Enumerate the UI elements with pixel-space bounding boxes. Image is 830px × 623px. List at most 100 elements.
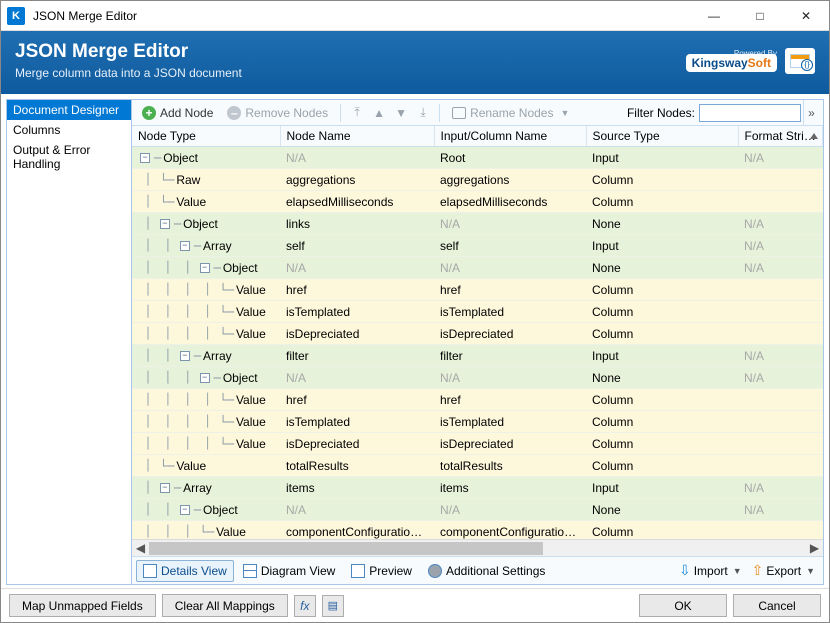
remove-nodes-button[interactable]: –Remove Nodes (221, 104, 334, 122)
tree-row[interactable]: │ │ −─ObjectN/AN/ANoneN/A (132, 499, 823, 521)
tree-row[interactable]: │ └─ValuetotalResultstotalResultsColumn (132, 455, 823, 477)
node-type-label: Object (163, 151, 198, 165)
export-button[interactable]: ⇧Export▼ (748, 560, 819, 581)
node-type-label: Object (223, 261, 258, 275)
toolbar-separator (439, 104, 440, 122)
tree-row[interactable]: │ −─ObjectlinksN/ANoneN/A (132, 213, 823, 235)
collapse-toggle[interactable]: − (180, 351, 190, 361)
minimize-button[interactable]: — (691, 1, 737, 31)
col-input-name[interactable]: Input/Column Name (434, 126, 586, 147)
expression-button[interactable]: fx (294, 595, 316, 617)
node-type-label: Raw (176, 173, 200, 187)
tree-row[interactable]: −─ObjectN/ARootInputN/A (132, 147, 823, 169)
tree-row[interactable]: │ │ │ └─ValuecomponentConfigurationGro..… (132, 521, 823, 540)
rename-nodes-button[interactable]: Rename Nodes▼ (446, 104, 575, 122)
rename-icon (452, 107, 466, 119)
node-type-label: Value (236, 283, 266, 297)
scroll-right-button[interactable]: ▶ (806, 540, 823, 557)
collapse-toggle[interactable]: − (180, 505, 190, 515)
preview-tab[interactable]: Preview (344, 560, 419, 582)
node-type-label: Array (203, 239, 232, 253)
sidebar: Document Designer Columns Output & Error… (7, 100, 132, 584)
tree-row[interactable]: │ └─ValueelapsedMillisecondselapsedMilli… (132, 191, 823, 213)
node-type-label: Value (216, 525, 246, 539)
tree-row[interactable]: │ │ │ │ └─ValueisTemplatedisTemplatedCol… (132, 411, 823, 433)
banner: JSON Merge Editor Merge column data into… (1, 31, 829, 94)
close-button[interactable]: ✕ (783, 1, 829, 31)
filter-label: Filter Nodes: (627, 106, 695, 120)
collapse-toggle[interactable]: − (160, 219, 170, 229)
node-type-label: Array (183, 481, 212, 495)
brand-logo: Powered By KingswaySoft (686, 48, 815, 74)
col-node-type[interactable]: Node Type (132, 126, 280, 147)
sidebar-tab-columns[interactable]: Columns (7, 120, 131, 140)
tree-row[interactable]: │ └─RawaggregationsaggregationsColumn (132, 169, 823, 191)
clear-all-mappings-button[interactable]: Clear All Mappings (162, 594, 288, 617)
export-icon: ⇧ (752, 562, 764, 579)
collapse-toggle[interactable]: − (180, 241, 190, 251)
map-unmapped-fields-button[interactable]: Map Unmapped Fields (9, 594, 156, 617)
sidebar-tab-document-designer[interactable]: Document Designer (7, 100, 131, 120)
scrollbar-thumb[interactable] (149, 542, 543, 555)
app-icon: K (7, 7, 25, 25)
window-title: JSON Merge Editor (31, 9, 691, 23)
col-format-string[interactable]: Format String (738, 126, 823, 147)
node-type-label: Value (236, 437, 266, 451)
additional-settings-tab[interactable]: Additional Settings (421, 560, 552, 582)
maximize-button[interactable]: □ (737, 1, 783, 31)
main-panel: Document Designer Columns Output & Error… (6, 99, 824, 585)
banner-title: JSON Merge Editor (15, 41, 686, 63)
move-top-button[interactable]: ⤒ (347, 103, 367, 123)
details-icon (143, 564, 157, 578)
preview-icon (351, 564, 365, 578)
cancel-button[interactable]: Cancel (733, 594, 821, 617)
move-bottom-button[interactable]: ⤓ (413, 103, 433, 123)
component-icon (785, 48, 815, 74)
node-type-label: Value (236, 415, 266, 429)
details-view-tab[interactable]: Details View (136, 560, 234, 582)
move-up-button[interactable]: ▲ (369, 103, 389, 123)
tree-row[interactable]: │ │ −─ArrayselfselfInputN/A (132, 235, 823, 257)
tree-row[interactable]: │ −─ArrayitemsitemsInputN/A (132, 477, 823, 499)
collapse-toggle[interactable]: − (200, 263, 210, 273)
horizontal-scrollbar[interactable]: ◀ ▶ (132, 539, 823, 556)
sidebar-tab-output-error[interactable]: Output & Error Handling (7, 140, 131, 174)
toolbar-expand-button[interactable]: » (803, 100, 819, 125)
toolbar-separator (340, 104, 341, 122)
col-node-name[interactable]: Node Name (280, 126, 434, 147)
tree-row[interactable]: │ │ │ −─ObjectN/AN/ANoneN/A (132, 367, 823, 389)
move-down-button[interactable]: ▼ (391, 103, 411, 123)
tree-row[interactable]: │ │ │ │ └─ValueisTemplatedisTemplatedCol… (132, 301, 823, 323)
brand-badge: KingswaySoft (686, 54, 777, 72)
collapse-toggle[interactable]: − (140, 153, 150, 163)
import-icon: ⇩ (679, 562, 691, 579)
diagram-view-tab[interactable]: Diagram View (236, 560, 342, 582)
add-node-button[interactable]: +Add Node (136, 104, 219, 122)
node-type-label: Array (203, 349, 232, 363)
node-type-label: Object (203, 503, 238, 517)
tree-grid[interactable]: Node Type Node Name Input/Column Name So… (132, 126, 823, 539)
collapse-toggle[interactable]: − (200, 373, 210, 383)
tree-row[interactable]: │ │ −─ArrayfilterfilterInputN/A (132, 345, 823, 367)
node-type-label: Value (176, 459, 206, 473)
view-tabstrip: Details View Diagram View Preview Additi… (132, 556, 823, 584)
footer: Map Unmapped Fields Clear All Mappings f… (1, 588, 829, 622)
col-source-type[interactable]: Source Type (586, 126, 738, 147)
tree-row[interactable]: │ │ │ │ └─ValueisDepreciatedisDepreciate… (132, 433, 823, 455)
ok-button[interactable]: OK (639, 594, 727, 617)
node-type-label: Value (236, 305, 266, 319)
tree-row[interactable]: │ │ │ −─ObjectN/AN/ANoneN/A (132, 257, 823, 279)
scroll-left-button[interactable]: ◀ (132, 540, 149, 557)
collapse-toggle[interactable]: − (160, 483, 170, 493)
tree-row[interactable]: │ │ │ │ └─ValuehrefhrefColumn (132, 279, 823, 301)
node-type-label: Value (236, 393, 266, 407)
tree-row[interactable]: │ │ │ │ └─ValueisDepreciatedisDepreciate… (132, 323, 823, 345)
filter-input[interactable] (699, 104, 801, 122)
node-type-label: Value (176, 195, 206, 209)
content-area: +Add Node –Remove Nodes ⤒ ▲ ▼ ⤓ Rename N… (132, 100, 823, 584)
columns-shortcut-button[interactable]: ▤ (322, 595, 344, 617)
node-type-label: Value (236, 327, 266, 341)
tree-row[interactable]: │ │ │ │ └─ValuehrefhrefColumn (132, 389, 823, 411)
diagram-icon (243, 564, 257, 578)
import-button[interactable]: ⇩Import▼ (675, 560, 746, 581)
